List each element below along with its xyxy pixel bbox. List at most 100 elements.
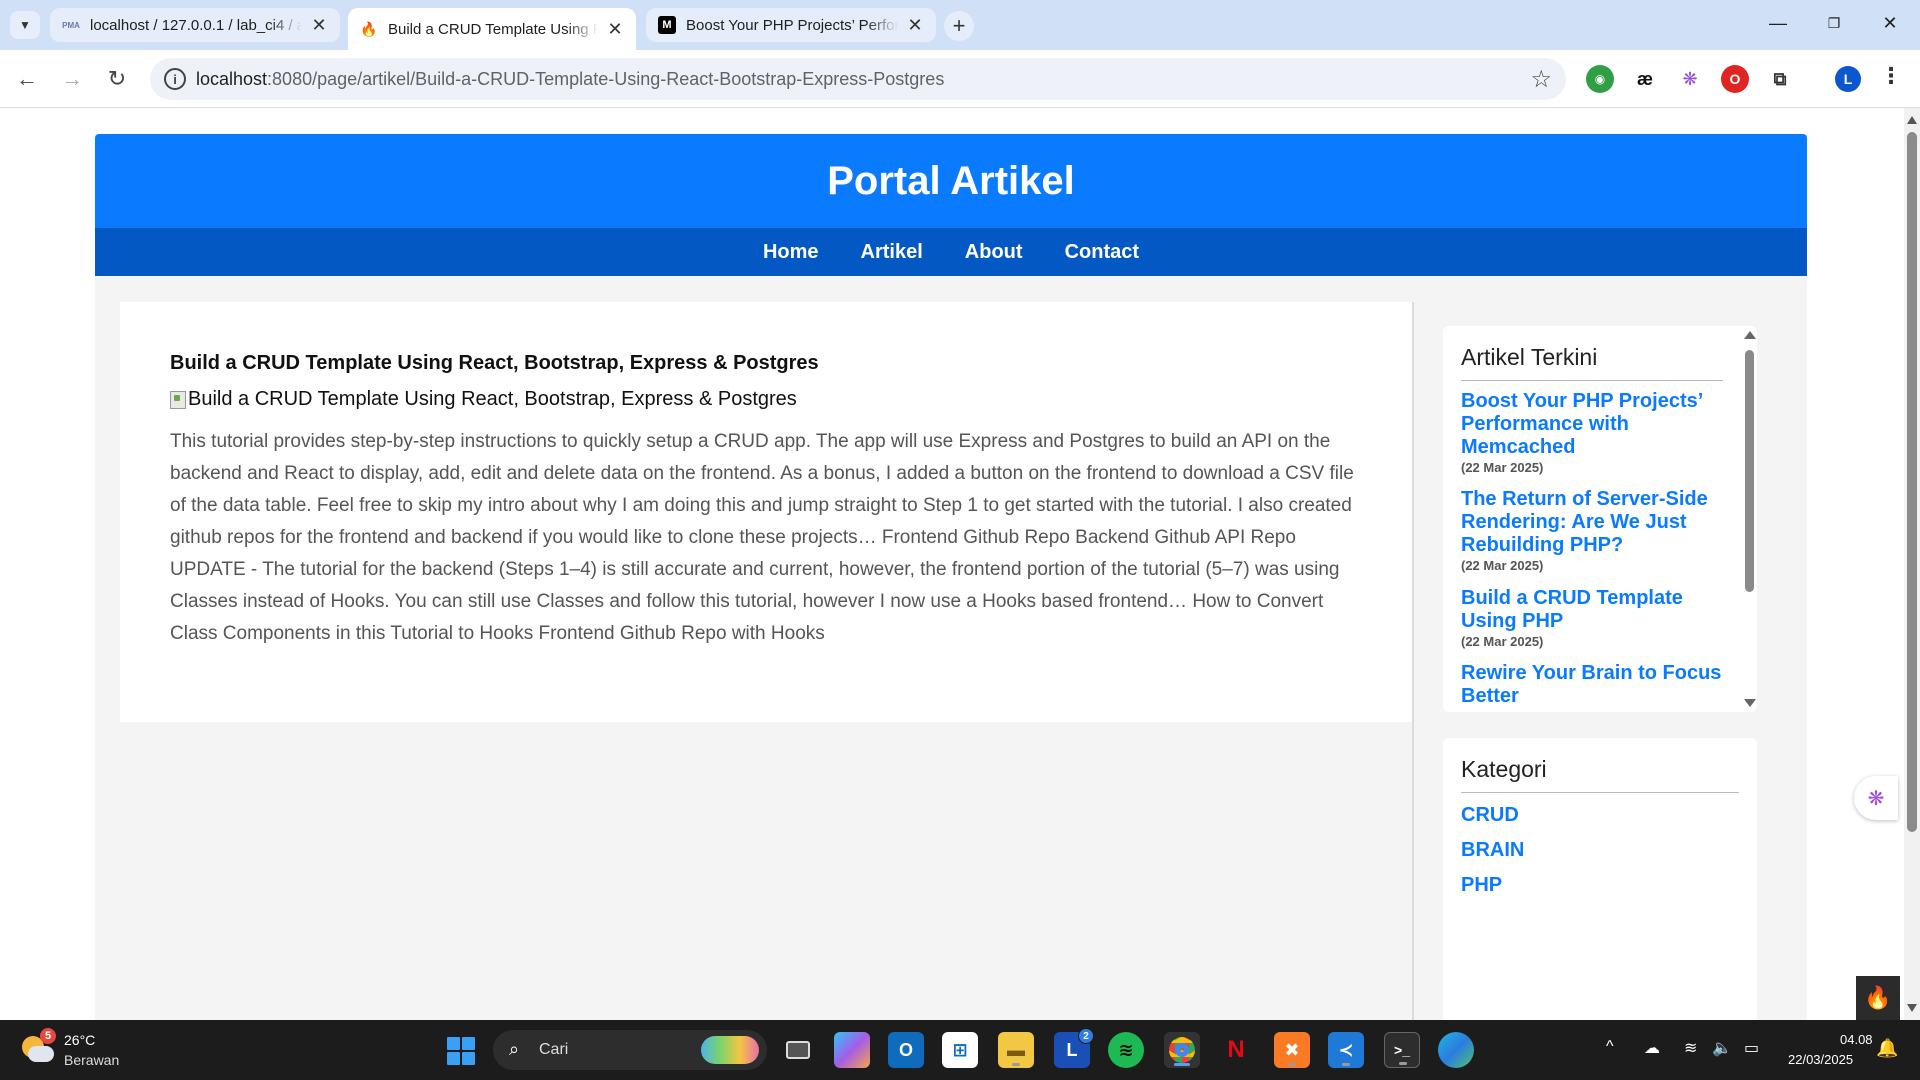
recent-article-link[interactable]: Rewire Your Brain to Focus Better [1461, 662, 1723, 708]
reload-icon[interactable]: ↻ [100, 62, 134, 96]
weather-temperature[interactable]: 26°C [64, 1032, 95, 1048]
back-arrow-icon[interactable]: ← [10, 62, 44, 96]
volume-muted-icon[interactable]: 🔈 [1712, 1038, 1732, 1058]
browser-menu-kebab-icon[interactable]: ⋮ [1880, 63, 1902, 89]
edge-icon[interactable] [1438, 1032, 1474, 1068]
terminal-icon[interactable]: >_ [1384, 1032, 1420, 1068]
recent-article-date: (22 Mar 2025) [1461, 460, 1544, 475]
categories-widget: Kategori CRUD BRAIN PHP [1443, 738, 1757, 1020]
recent-article-link[interactable]: The Return of Server-Side Rendering: Are… [1461, 488, 1723, 557]
nav-about[interactable]: About [965, 241, 1023, 264]
codeigniter-flame-icon: 🔥 [360, 20, 378, 37]
heading-divider [1461, 792, 1739, 793]
site-info-icon[interactable]: i [164, 68, 186, 90]
browser-tab-bar: ▼ PMA localhost / 127.0.0.1 / lab_ci4 / … [0, 0, 1920, 50]
weather-badge: 5 [40, 1028, 56, 1044]
vscode-icon[interactable]: ≺ [1328, 1032, 1364, 1068]
taskbar-search-box[interactable]: ⌕ Cari [493, 1030, 767, 1070]
recent-article-link[interactable]: Boost Your PHP Projects’ Performance wit… [1461, 390, 1723, 459]
clock-date[interactable]: 22/03/2025 [1788, 1052, 1853, 1067]
nav-artikel[interactable]: Artikel [861, 241, 923, 264]
page-scrollbar[interactable] [1904, 108, 1920, 1020]
ae-extension-icon[interactable]: æ [1631, 65, 1659, 93]
tab-title: Build a CRUD Template Using React [388, 20, 598, 38]
recent-article-item: Rewire Your Brain to Focus Better [1461, 662, 1723, 708]
article-content: Build a CRUD Template Using React, Boots… [120, 302, 1412, 722]
recent-article-link[interactable]: Build a CRUD Template Using PHP [1461, 587, 1723, 633]
restore-window-icon[interactable]: ❐ [1814, 8, 1854, 38]
scroll-up-arrow-icon[interactable] [1907, 116, 1917, 124]
article-body: This tutorial provides step-by-step inst… [170, 431, 1354, 644]
close-window-icon[interactable]: ✕ [1870, 8, 1910, 38]
recent-article-item: The Return of Server-Side Rendering: Are… [1461, 488, 1723, 573]
extensions-puzzle-icon[interactable]: ⧉ [1766, 65, 1794, 93]
url-text[interactable]: localhost:8080/page/artikel/Build-a-CRUD… [196, 69, 944, 90]
url-host: localhost [196, 69, 268, 89]
l-app-icon[interactable]: L2 [1054, 1028, 1094, 1068]
microsoft-store-icon[interactable]: ⊞ [942, 1032, 978, 1068]
codeigniter-debug-toolbar-icon[interactable]: 🔥 [1856, 976, 1900, 1020]
scroll-down-arrow-icon[interactable] [1907, 1004, 1917, 1012]
show-hidden-icons-chevron-icon[interactable]: ^ [1606, 1038, 1614, 1056]
browser-tab-medium[interactable]: M Boost Your PHP Projects’ Perform ✕ [646, 8, 936, 42]
battery-icon[interactable]: ▭ [1744, 1038, 1759, 1058]
scroll-down-arrow-icon[interactable] [1744, 699, 1756, 707]
bookmark-star-icon[interactable]: ☆ [1530, 65, 1552, 94]
category-link-crud[interactable]: CRUD [1461, 804, 1519, 827]
wifi-icon[interactable]: ≋ [1684, 1038, 1697, 1058]
tab-search-chevron-down-icon[interactable]: ▼ [10, 11, 40, 39]
weather-description[interactable]: Berawan [64, 1052, 119, 1068]
spotify-icon[interactable]: ≋ [1108, 1032, 1144, 1068]
article-title: Build a CRUD Template Using React, Boots… [170, 352, 819, 374]
nav-home[interactable]: Home [763, 241, 819, 264]
taskbar-search-placeholder: Cari [539, 1041, 569, 1058]
recent-article-item: Build a CRUD Template Using PHP (22 Mar … [1461, 587, 1723, 649]
chrome-icon[interactable] [1164, 1032, 1200, 1068]
close-tab-icon[interactable]: ✕ [606, 19, 624, 40]
categories-heading: Kategori [1461, 756, 1547, 782]
recent-widget-scrollbar[interactable] [1741, 326, 1757, 712]
site-header: Portal Artikel [95, 134, 1807, 228]
profile-avatar[interactable]: L [1835, 66, 1861, 92]
heading-divider [1461, 380, 1723, 381]
article-image-broken: Build a CRUD Template Using React, Boots… [170, 388, 797, 411]
onedrive-cloud-icon[interactable]: ☁ [1644, 1038, 1660, 1058]
url-path: :8080/page/artikel/Build-a-CRUD-Template… [267, 69, 945, 89]
browser-tab-crud-article[interactable]: 🔥 Build a CRUD Template Using React ✕ [348, 8, 636, 50]
xampp-icon[interactable]: ✖ [1274, 1032, 1310, 1068]
opera-extension-icon[interactable]: O [1721, 65, 1749, 93]
category-link-php[interactable]: PHP [1461, 874, 1502, 897]
close-tab-icon[interactable]: ✕ [310, 15, 328, 36]
recent-article-date: (22 Mar 2025) [1461, 634, 1544, 649]
address-bar[interactable]: i localhost:8080/page/artikel/Build-a-CR… [150, 58, 1566, 100]
scroll-up-arrow-icon[interactable] [1744, 331, 1756, 339]
category-link-brain[interactable]: BRAIN [1461, 839, 1524, 862]
windows-start-icon[interactable] [447, 1037, 475, 1065]
forward-arrow-icon[interactable]: → [55, 62, 89, 96]
medium-icon: M [658, 16, 676, 34]
copilot-icon[interactable] [834, 1032, 870, 1068]
clock-time[interactable]: 04.08 [1840, 1032, 1873, 1047]
task-view-icon[interactable] [780, 1032, 816, 1068]
notification-bell-icon[interactable]: 🔔 [1876, 1038, 1898, 1059]
search-icon: ⌕ [509, 1039, 520, 1059]
brain-extension-icon[interactable]: ❋ [1676, 65, 1704, 93]
brain-extension-floating-icon[interactable]: ❋ [1854, 776, 1898, 820]
tab-title: localhost / 127.0.0.1 / lab_ci4 / a [90, 16, 302, 34]
phpmyadmin-icon: PMA [62, 20, 80, 30]
page-container: Portal Artikel Home Artikel About Contac… [95, 134, 1807, 1020]
recent-articles-heading: Artikel Terkini [1461, 344, 1598, 370]
sidebar-divider [1412, 302, 1414, 1020]
netflix-icon[interactable]: N [1218, 1032, 1254, 1068]
new-tab-plus-icon[interactable]: + [944, 11, 974, 41]
scrollbar-thumb[interactable] [1745, 350, 1754, 592]
file-explorer-icon[interactable]: ▬ [998, 1032, 1034, 1068]
globe-extension-icon[interactable]: ◉ [1586, 65, 1614, 93]
nav-contact[interactable]: Contact [1065, 241, 1139, 264]
minimize-icon[interactable]: — [1758, 8, 1798, 38]
recent-articles-widget: Artikel Terkini Boost Your PHP Projects’… [1443, 326, 1757, 712]
browser-tab-phpmyadmin[interactable]: PMA localhost / 127.0.0.1 / lab_ci4 / a … [50, 8, 340, 42]
close-tab-icon[interactable]: ✕ [906, 15, 924, 36]
scrollbar-thumb[interactable] [1907, 132, 1917, 832]
outlook-icon[interactable]: O [888, 1032, 924, 1068]
